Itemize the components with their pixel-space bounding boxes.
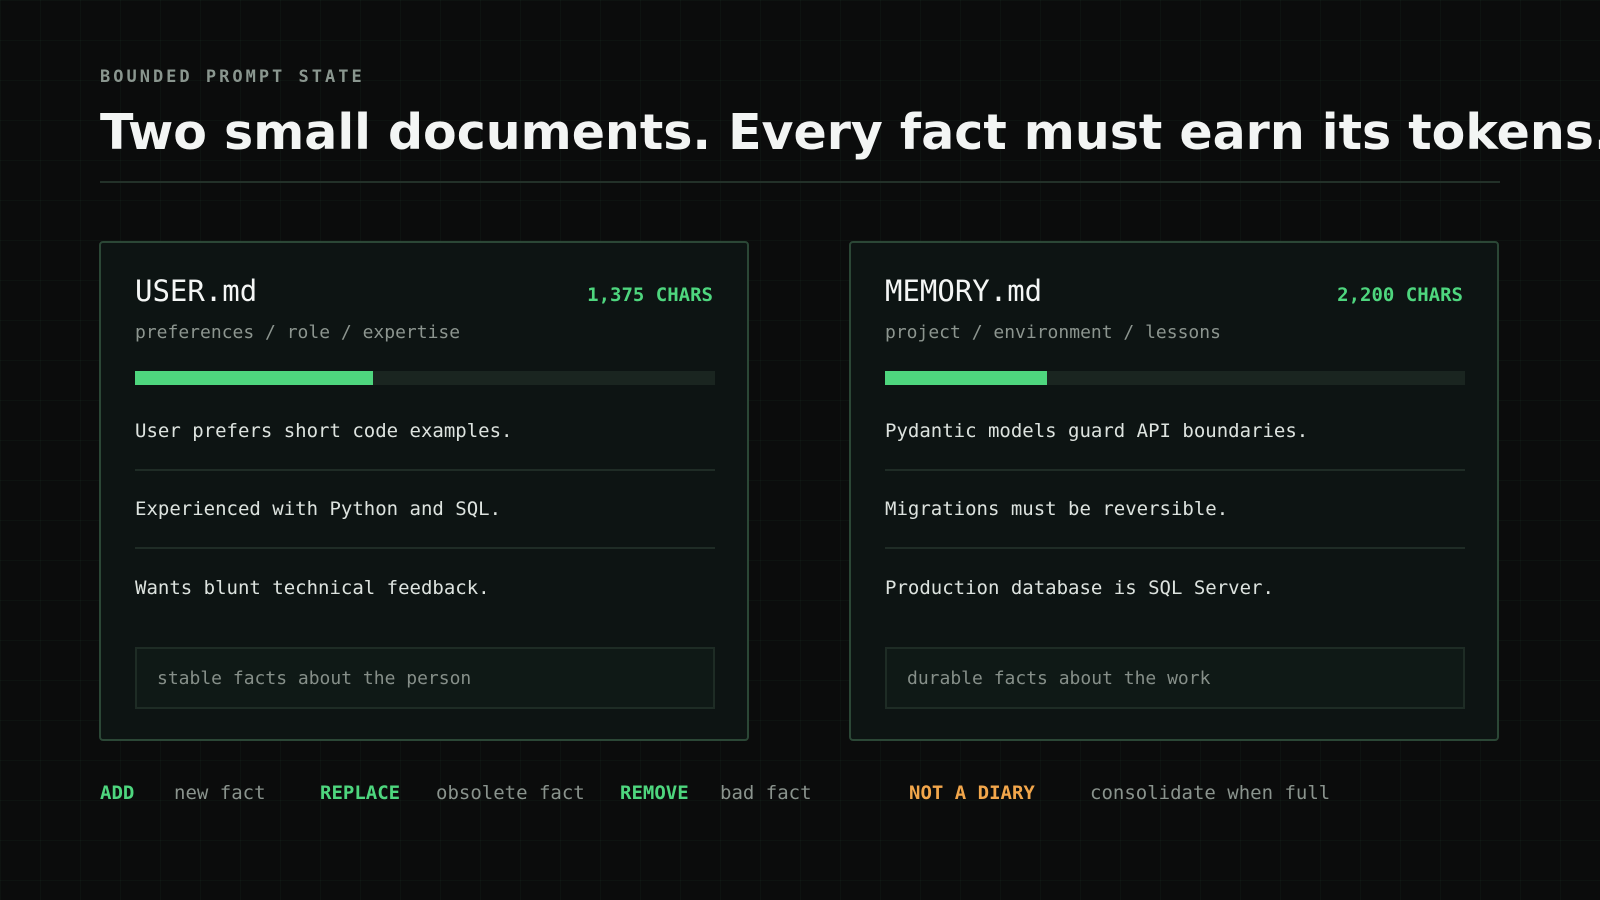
- fact-item: Experienced with Python and SQL.: [135, 471, 715, 549]
- remove-op-label: REMOVE: [620, 782, 689, 804]
- char-count-badge: 1,375 CHARS: [587, 284, 713, 306]
- char-count-badge: 2,200 CHARS: [1337, 284, 1463, 306]
- consolidate-desc: consolidate when full: [1090, 782, 1331, 804]
- fact-item: User prefers short code examples.: [135, 393, 715, 471]
- remove-op-desc: bad fact: [720, 782, 812, 804]
- card-title: MEMORY.md: [885, 274, 1043, 308]
- fact-item: Wants blunt technical feedback.: [135, 577, 490, 599]
- header-divider: [100, 181, 1500, 183]
- usage-bar: [885, 371, 1465, 385]
- usage-bar-fill: [885, 371, 1048, 385]
- card-subtitle: project / environment / lessons: [885, 322, 1221, 343]
- fact-item: Production database is SQL Server.: [885, 577, 1274, 599]
- fact-list: User prefers short code examples. Experi…: [135, 393, 715, 627]
- replace-op-label: REPLACE: [320, 782, 401, 804]
- replace-op-desc: obsolete fact: [436, 782, 585, 804]
- fact-list: Pydantic models guard API boundaries. Mi…: [885, 393, 1465, 627]
- fact-item: Pydantic models guard API boundaries.: [885, 393, 1465, 471]
- card-note: durable facts about the work: [885, 647, 1465, 709]
- usage-bar-fill: [135, 371, 373, 385]
- card-note: stable facts about the person: [135, 647, 715, 709]
- add-op-label: ADD: [100, 782, 135, 804]
- not-a-diary-label: NOT A DIARY: [909, 782, 1035, 804]
- card-subtitle: preferences / role / expertise: [135, 322, 461, 343]
- page-title: Two small documents. Every fact must ear…: [100, 104, 1600, 161]
- memory-md-card: MEMORY.md 2,200 CHARS project / environm…: [849, 241, 1499, 741]
- kicker-label: BOUNDED PROMPT STATE: [100, 67, 365, 87]
- add-op-desc: new fact: [174, 782, 266, 804]
- usage-bar: [135, 371, 715, 385]
- card-title: USER.md: [135, 274, 258, 308]
- user-md-card: USER.md 1,375 CHARS preferences / role /…: [99, 241, 749, 741]
- header: BOUNDED PROMPT STATE Two small documents…: [100, 66, 1600, 162]
- fact-item: Migrations must be reversible.: [885, 471, 1465, 549]
